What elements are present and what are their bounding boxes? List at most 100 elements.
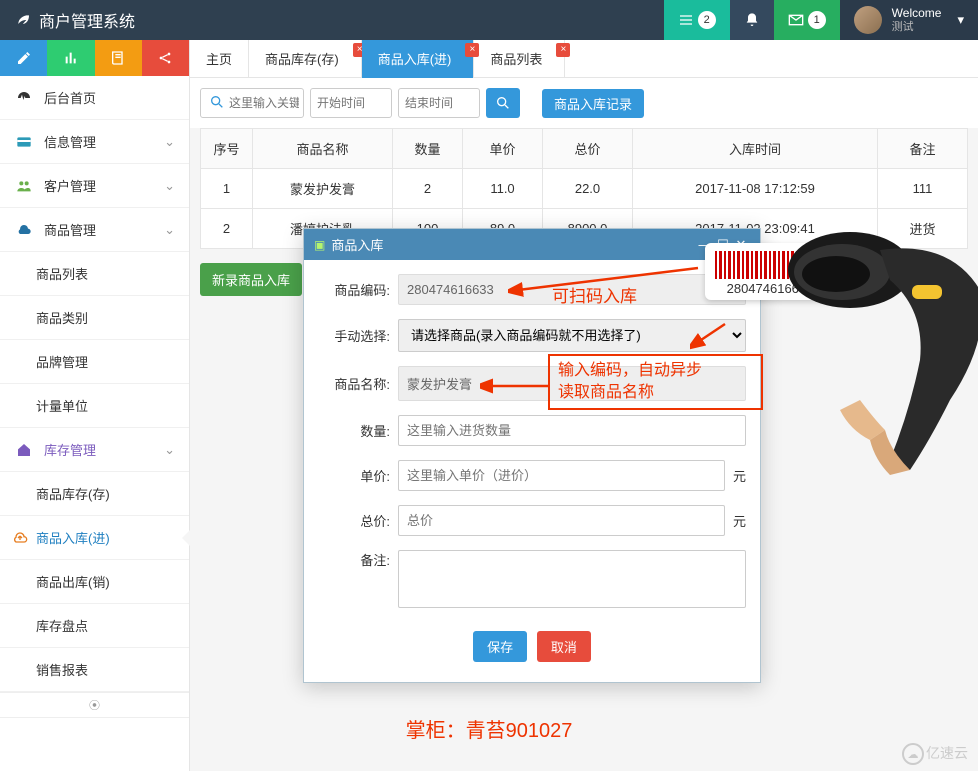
sidebar-subitem-brand[interactable]: 品牌管理 — [0, 340, 189, 384]
th: 数量 — [393, 129, 463, 169]
th: 单价 — [463, 129, 543, 169]
top-user-area[interactable]: Welcome 测试 ▾ — [840, 0, 978, 40]
chevron-down-icon: ⌄ — [164, 134, 175, 150]
users-icon — [14, 178, 34, 194]
tab-stock-store[interactable]: 商品库存(存)× — [249, 40, 362, 78]
label-qty: 数量: — [318, 421, 398, 440]
chevron-down-icon: ▾ — [957, 12, 964, 28]
arrow-annotation — [690, 320, 730, 350]
tasks-badge: 2 — [698, 11, 716, 29]
sidebar-toolbar — [0, 40, 189, 76]
mail-icon — [788, 12, 804, 28]
unit-label: 元 — [733, 466, 746, 485]
chevron-down-icon: ⌄ — [164, 222, 175, 238]
table-header-row: 序号 商品名称 数量 单价 总价 入库时间 备注 — [201, 129, 968, 169]
sidebar-item-stock[interactable]: 库存管理 ⌄ — [0, 428, 189, 472]
qty-input[interactable] — [398, 415, 746, 446]
sidebar-label: 客户管理 — [44, 176, 96, 195]
cloud-up-icon — [10, 530, 30, 546]
mail-badge: 1 — [808, 11, 826, 29]
search-wrap — [200, 88, 304, 118]
bell-icon — [744, 12, 760, 28]
unit-label: 元 — [733, 511, 746, 530]
chart-icon — [63, 50, 79, 66]
sidebar-item-customers[interactable]: 客户管理 ⌄ — [0, 164, 189, 208]
avatar — [854, 6, 882, 34]
search-button[interactable] — [486, 88, 520, 118]
price-input[interactable] — [398, 460, 725, 491]
sidebar-collapse-button[interactable]: ⦿ — [0, 692, 189, 718]
th: 商品名称 — [253, 129, 393, 169]
tab-product-list[interactable]: 商品列表× — [474, 40, 565, 78]
user-name: 测试 — [892, 21, 942, 34]
start-date-input[interactable] — [310, 88, 392, 118]
total-input[interactable] — [398, 505, 725, 536]
sidebar-label: 商品管理 — [44, 220, 96, 239]
sidebar-subitem-stock-out[interactable]: 商品出库(销) — [0, 560, 189, 604]
sidebar-subitem-stock-store[interactable]: 商品库存(存) — [0, 472, 189, 516]
chevron-down-icon: ⌄ — [164, 442, 175, 458]
pencil-icon — [16, 50, 32, 66]
table-cell: 11.0 — [463, 169, 543, 209]
dialog-header[interactable]: ▣ 商品入库 — ☐ ✕ — [304, 229, 760, 260]
top-header: 商户管理系统 2 1 Welcome 测试 ▾ — [0, 0, 978, 40]
note-textarea[interactable] — [398, 550, 746, 608]
footer-annotation: 掌柜：青苔901027 — [406, 714, 573, 743]
th: 序号 — [201, 129, 253, 169]
home-icon — [14, 442, 34, 458]
search-icon — [495, 95, 511, 111]
th: 入库时间 — [633, 129, 878, 169]
label-name: 商品名称: — [318, 374, 398, 393]
cloud-icon — [14, 222, 34, 238]
sidebar-item-info[interactable]: 信息管理 ⌄ — [0, 120, 189, 164]
dialog-title: 商品入库 — [331, 235, 383, 254]
new-stock-in-button[interactable]: 新录商品入库 — [200, 263, 302, 296]
save-button[interactable]: 保存 — [473, 631, 527, 662]
table-cell: 22.0 — [543, 169, 633, 209]
top-notifications-button[interactable] — [730, 0, 774, 40]
end-date-input[interactable] — [398, 88, 480, 118]
sidebar-item-products[interactable]: 商品管理 ⌄ — [0, 208, 189, 252]
search-icon — [209, 94, 225, 113]
top-tasks-button[interactable]: 2 — [664, 0, 730, 40]
th: 备注 — [878, 129, 968, 169]
window-icon: ▣ — [314, 238, 325, 252]
sidebar-label: 后台首页 — [44, 88, 96, 107]
arrow-annotation — [480, 376, 555, 396]
brand: 商户管理系统 — [0, 8, 150, 32]
chevron-down-icon: ⌄ — [164, 178, 175, 194]
tab-home[interactable]: 主页 — [190, 40, 249, 78]
brand-title: 商户管理系统 — [39, 8, 135, 32]
close-icon[interactable]: × — [556, 43, 570, 57]
keyword-input[interactable] — [229, 96, 299, 110]
label-price: 单价: — [318, 466, 398, 485]
sidebar-subitem-unit[interactable]: 计量单位 — [0, 384, 189, 428]
sidebar-subitem-sales-report[interactable]: 销售报表 — [0, 648, 189, 692]
stock-in-records-link[interactable]: 商品入库记录 — [542, 89, 644, 118]
tool-chart-button[interactable] — [47, 40, 94, 76]
tab-stock-in[interactable]: 商品入库(进)× — [362, 40, 475, 78]
sidebar-label: 库存管理 — [44, 440, 96, 459]
label-note: 备注: — [318, 550, 398, 569]
sidebar-subitem-product-list[interactable]: 商品列表 — [0, 252, 189, 296]
tool-share-button[interactable] — [142, 40, 189, 76]
table-cell: 2 — [393, 169, 463, 209]
annotation-scan: 可扫码入库 — [552, 282, 637, 307]
label-total: 总价: — [318, 511, 398, 530]
sidebar-subitem-product-category[interactable]: 商品类别 — [0, 296, 189, 340]
card-icon — [14, 134, 34, 150]
cancel-button[interactable]: 取消 — [537, 631, 591, 662]
book-icon — [110, 50, 126, 66]
sidebar-subitem-stock-check[interactable]: 库存盘点 — [0, 604, 189, 648]
tool-edit-button[interactable] — [0, 40, 47, 76]
table-cell: 1 — [201, 169, 253, 209]
sidebar-item-dashboard[interactable]: 后台首页 — [0, 76, 189, 120]
top-mail-button[interactable]: 1 — [774, 0, 840, 40]
sidebar: 后台首页 信息管理 ⌄ 客户管理 ⌄ 商品管理 ⌄ 商品列表 商品类别 品牌管理… — [0, 40, 190, 771]
list-icon — [678, 12, 694, 28]
tool-book-button[interactable] — [95, 40, 142, 76]
th: 总价 — [543, 129, 633, 169]
sidebar-subitem-stock-in[interactable]: 商品入库(进) — [0, 516, 189, 560]
table-cell: 蒙发护发膏 — [253, 169, 393, 209]
share-icon — [157, 50, 173, 66]
